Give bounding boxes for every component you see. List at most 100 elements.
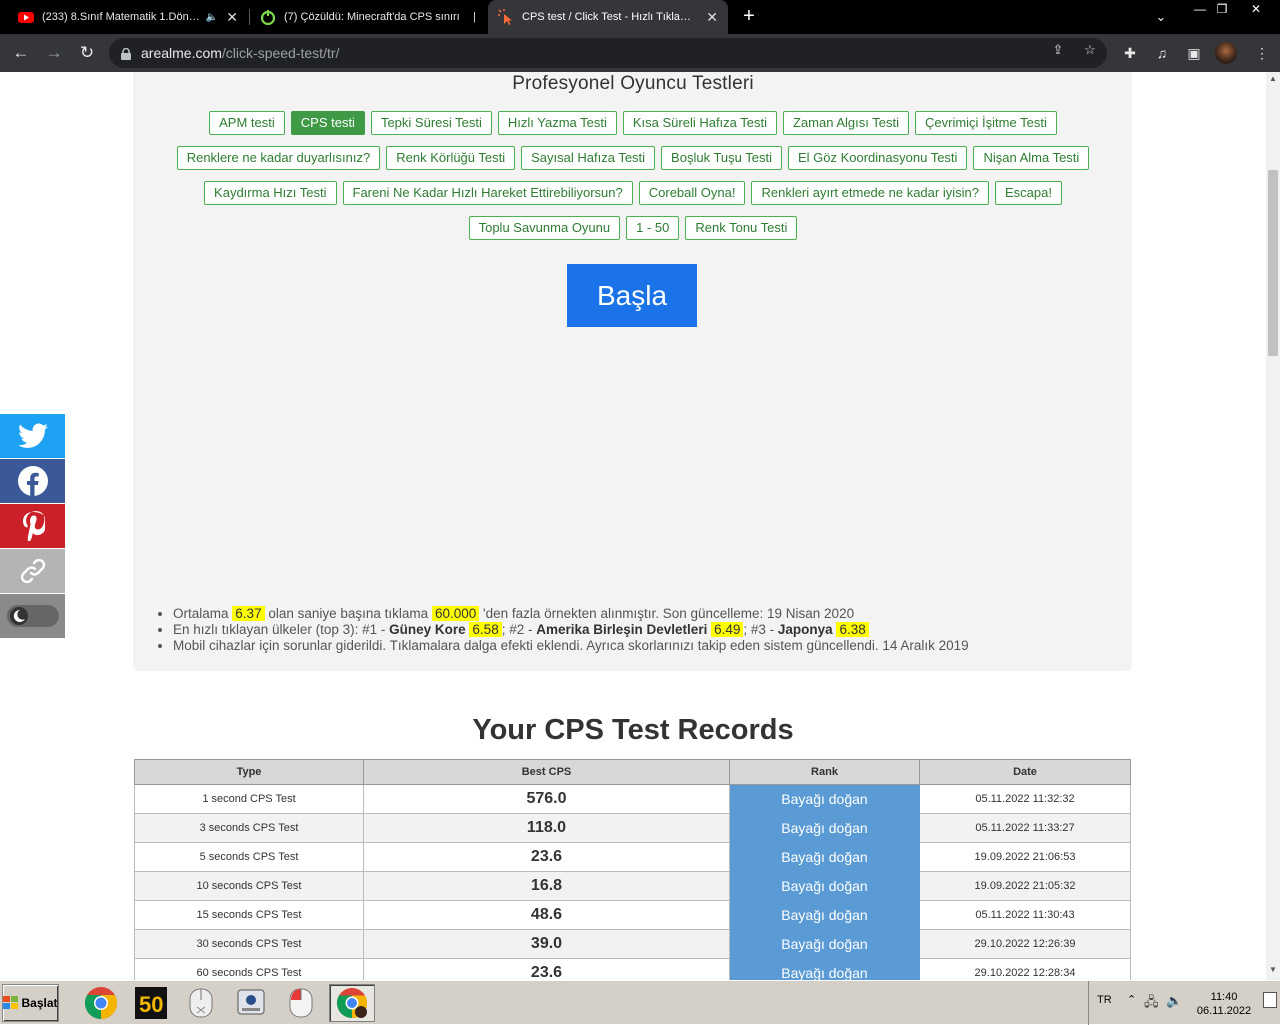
tab-youtube[interactable]: (233) 8.Sınıf Matematik 1.Dönem 🔈 ✕ [8,0,248,34]
table-row: 5 seconds CPS Test 23.6 Bayağı doğan 19.09.… [134,842,1131,872]
tab-cps-test[interactable]: CPS test / Click Test - Hızlı Tıklama Te… [488,0,728,34]
webcam-icon [237,989,265,1015]
test-link[interactable]: 1 - 50 [626,216,680,240]
pinterest-share-button[interactable] [0,504,65,548]
scroll-up-icon[interactable]: ▲ [1266,74,1280,86]
app-50-taskbar-button[interactable]: 50 [128,984,174,1022]
red-mouse-icon [289,988,313,1018]
cell-rank: Bayağı doğan [729,813,920,843]
cell-type: 30 seconds CPS Test [134,929,364,959]
address-bar[interactable]: arealme.com/click-speed-test/tr/ [109,38,1107,68]
url-text[interactable]: arealme.com/click-speed-test/tr/ [141,45,339,61]
profile-avatar[interactable] [1215,42,1237,64]
tab-forum[interactable]: (7) Çözüldü: Minecraft'da CPS sınırı | [250,0,486,34]
tray-expand-icon[interactable]: ⌃ [1127,993,1136,1006]
test-link[interactable]: Renklere ne kadar duyarlısınız? [176,146,381,170]
scroll-down-icon[interactable]: ▼ [1266,965,1280,977]
dark-mode-toggle[interactable] [0,594,65,638]
test-link[interactable]: Zaman Algısı Testi [783,111,909,135]
new-tab-icon[interactable]: + [737,4,761,28]
close-tab-icon[interactable]: ✕ [706,9,718,26]
chrome-taskbar-button[interactable] [78,984,124,1022]
test-link[interactable]: Coreball Oyna! [638,181,746,205]
cell-type: 10 seconds CPS Test [134,871,364,901]
test-row-4: Toplu Savunma Oyunu 1 - 50 Renk Tonu Tes… [0,216,1266,240]
test-link[interactable]: Kaydırma Hızı Testi [204,181,337,205]
cell-cps: 23.6 [363,842,730,872]
test-link[interactable]: Kısa Süreli Hafıza Testi [622,111,778,135]
records-table: Type Best CPS Rank Date 1 second CPS Tes… [134,759,1131,980]
windows-logo-icon [3,996,19,1009]
browser-toolbar: ← → ↻ arealme.com/click-speed-test/tr/ ⇪… [0,34,1280,72]
close-tab-icon[interactable]: | [473,11,476,23]
cell-cps: 23.6 [363,958,730,980]
cell-date: 29.10.2022 12:26:39 [919,929,1131,959]
cell-type: 60 seconds CPS Test [134,958,364,980]
language-indicator[interactable]: TR [1097,994,1112,1006]
cell-rank: Bayağı doğan [729,871,920,901]
close-window-icon[interactable]: ✕ [1240,0,1272,20]
facebook-share-button[interactable] [0,459,65,503]
chrome-profile-icon [336,988,368,1018]
test-link-selected[interactable]: CPS testi [290,111,365,135]
test-link[interactable]: Toplu Savunma Oyunu [468,216,621,240]
start-button[interactable]: Başla [567,264,697,327]
table-row: 60 seconds CPS Test 23.6 Bayağı doğan 29.10… [134,958,1131,980]
test-link[interactable]: Renk Körlüğü Testi [386,146,516,170]
test-link[interactable]: Renk Tonu Testi [685,216,798,240]
cell-rank: Bayağı doğan [729,929,920,959]
restore-icon[interactable]: ❐ [1206,0,1238,20]
start-menu-button[interactable]: Başlat [2,984,59,1022]
share-icon[interactable]: ⇪ [1050,42,1066,58]
test-link[interactable]: Fareni Ne Kadar Hızlı Hareket Ettirebili… [342,181,633,205]
cell-type: 3 seconds CPS Test [134,813,364,843]
reload-icon[interactable]: ↻ [75,41,99,65]
test-link[interactable]: Çevrimiçi İşitme Testi [915,111,1057,135]
test-link[interactable]: APM testi [209,111,285,135]
more-menu-icon[interactable]: ⋮ [1252,43,1272,63]
chrome-icon [84,987,118,1020]
link-icon [20,558,45,584]
test-link[interactable]: El Göz Koordinasyonu Testi [787,146,968,170]
cell-date: 05.11.2022 11:32:32 [919,784,1131,814]
side-panel-icon[interactable]: ▣ [1184,43,1204,63]
cursor-click-icon [498,9,512,25]
facebook-icon [17,466,48,496]
chevron-down-icon[interactable]: ⌄ [1150,6,1172,28]
extensions-icon[interactable]: ✚ [1120,43,1140,63]
stats-item: Ortalama 6.37 olan saniye başına tıklama… [173,606,969,622]
cell-date: 19.09.2022 21:05:32 [919,871,1131,901]
back-arrow-icon[interactable]: ← [9,41,33,65]
volume-icon[interactable]: 🔈 [1166,993,1182,1009]
test-link[interactable]: Hızlı Yazma Testi [497,111,617,135]
network-icon[interactable]: 🖧 [1144,993,1159,1015]
clock[interactable]: 11:40 06.11.2022 [1189,990,1259,1018]
test-row-3: Kaydırma Hızı Testi Fareni Ne Kadar Hızl… [0,181,1266,205]
scrollbar-thumb[interactable] [1268,170,1278,356]
star-icon[interactable]: ☆ [1082,42,1098,58]
test-link[interactable]: Tepki Süresi Testi [370,111,492,135]
speaker-icon[interactable]: 🔈 [206,12,218,23]
cell-rank: Bayağı doğan [729,842,920,872]
stats-item: En hızlı tıklayan ülkeler (top 3): #1 - … [173,622,969,638]
test-link[interactable]: Boşluk Tuşu Testi [661,146,782,170]
copy-link-button[interactable] [0,549,65,593]
test-link[interactable]: Sayısal Hafıza Testi [521,146,656,170]
records-title: Your CPS Test Records [472,714,794,746]
notification-icon[interactable] [1263,992,1277,1008]
twitter-share-button[interactable] [0,414,65,458]
cell-rank: Bayağı doğan [729,958,920,980]
mouse-red-app-taskbar-button[interactable] [278,984,324,1022]
table-row: 30 seconds CPS Test 39.0 Bayağı doğan 29.10… [134,929,1131,959]
test-link[interactable]: Renkleri ayırt etmede ne kadar iyisin? [751,181,989,205]
close-tab-icon[interactable]: ✕ [226,9,238,26]
mouse-app-taskbar-button[interactable] [178,984,224,1022]
test-link[interactable]: Escapa! [994,181,1062,205]
forward-arrow-icon[interactable]: → [42,41,66,65]
app-50-icon: 50 [135,987,167,1019]
test-link[interactable]: Nişan Alma Testi [973,146,1090,170]
section-title: Profesyonel Oyuncu Testleri [512,73,754,94]
webcam-app-taskbar-button[interactable] [228,984,274,1022]
chrome-active-taskbar-button[interactable] [329,984,375,1022]
media-control-icon[interactable]: ♫ [1152,43,1172,63]
